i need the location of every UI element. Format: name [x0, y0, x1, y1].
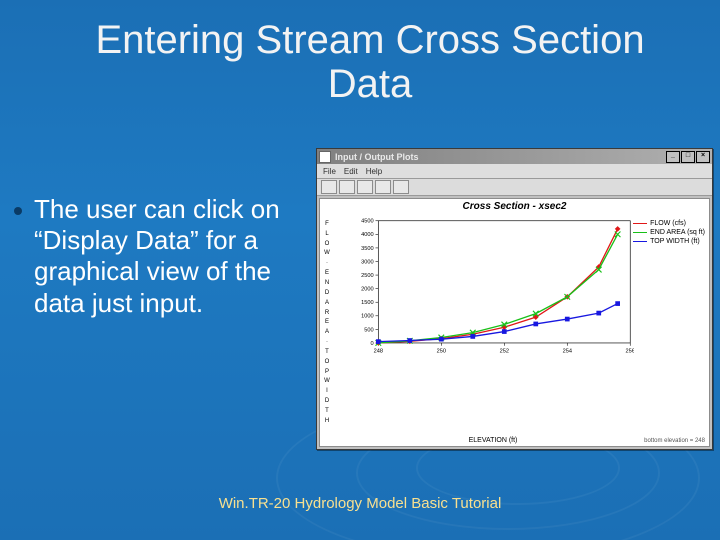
svg-text:252: 252 — [500, 348, 509, 354]
legend-label: TOP WIDTH (ft) — [650, 237, 700, 246]
svg-text:4500: 4500 — [361, 219, 374, 225]
bullet-text: The user can click on “Display Data” for… — [34, 194, 299, 319]
maximize-button[interactable]: □ — [681, 151, 695, 163]
svg-text:248: 248 — [374, 348, 383, 354]
chart-canvas: 0 500 1000 1500 2000 2500 3000 3500 4000 4500 248 2… — [352, 217, 634, 358]
svg-text:2000: 2000 — [361, 287, 374, 293]
x-axis-label: ELEVATION (ft) — [352, 437, 634, 444]
toolbar-button-1[interactable] — [321, 180, 337, 194]
close-button[interactable]: × — [696, 151, 710, 163]
svg-text:1000: 1000 — [361, 314, 374, 320]
toolbar-button-4[interactable] — [375, 180, 391, 194]
svg-text:1500: 1500 — [361, 300, 374, 306]
svg-text:3000: 3000 — [361, 259, 374, 265]
svg-text:250: 250 — [437, 348, 446, 354]
minimize-button[interactable]: _ — [666, 151, 680, 163]
bullet-dot-icon — [14, 207, 22, 215]
app-icon — [319, 151, 331, 163]
square-icon — [633, 241, 647, 242]
window-titlebar[interactable]: Input / Output Plots _ □ × — [317, 149, 712, 164]
menu-help[interactable]: Help — [366, 167, 382, 176]
plots-window: Input / Output Plots _ □ × File Edit Hel… — [316, 148, 713, 450]
toolbar-button-3[interactable] — [357, 180, 373, 194]
x-icon — [633, 232, 647, 233]
toolbar-button-2[interactable] — [339, 180, 355, 194]
svg-text:0: 0 — [370, 341, 373, 347]
plot-title: Cross Section - xsec2 — [320, 201, 709, 212]
svg-text:256: 256 — [626, 348, 634, 354]
toolbar — [317, 179, 712, 196]
svg-text:2500: 2500 — [361, 273, 374, 279]
plot-bottom-note: bottom elevation = 248 — [644, 438, 705, 444]
menu-bar: File Edit Help — [317, 164, 712, 179]
slide-title: Entering Stream Cross Section Data — [50, 18, 690, 106]
menu-file[interactable]: File — [323, 167, 336, 176]
chart-legend: FLOW (cfs) END AREA (sq ft) TOP WIDTH (f… — [633, 219, 705, 246]
legend-item: TOP WIDTH (ft) — [633, 237, 705, 246]
menu-edit[interactable]: Edit — [344, 167, 358, 176]
svg-text:254: 254 — [563, 348, 572, 354]
window-title: Input / Output Plots — [335, 152, 418, 162]
toolbar-button-5[interactable] — [393, 180, 409, 194]
svg-text:500: 500 — [364, 327, 373, 333]
bullet-item: The user can click on “Display Data” for… — [14, 194, 299, 319]
legend-label: END AREA (sq ft) — [650, 228, 705, 237]
y-axis-label: FLOW · END AREA · TOP WIDTH — [322, 219, 332, 426]
slide: Entering Stream Cross Section Data The u… — [0, 0, 720, 540]
diamond-icon — [633, 223, 647, 224]
legend-item: END AREA (sq ft) — [633, 228, 705, 237]
legend-label: FLOW (cfs) — [650, 219, 686, 228]
plot-area: Cross Section - xsec2 FLOW · END AREA · … — [319, 198, 710, 447]
svg-text:3500: 3500 — [361, 246, 374, 252]
svg-text:4000: 4000 — [361, 232, 374, 238]
slide-body: The user can click on “Display Data” for… — [14, 194, 299, 319]
slide-footer: Win.TR-20 Hydrology Model Basic Tutorial — [0, 495, 720, 512]
legend-item: FLOW (cfs) — [633, 219, 705, 228]
